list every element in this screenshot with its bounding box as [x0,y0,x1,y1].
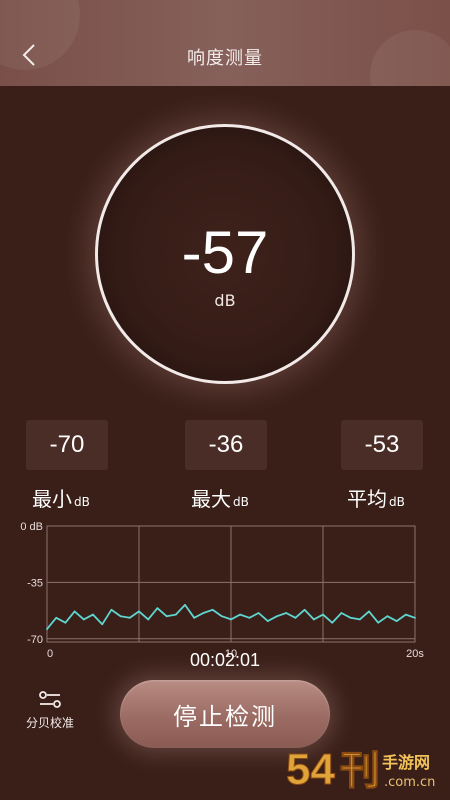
decibel-history-chart-svg: 0 dB-35-700 10 20s [20,521,424,660]
decibel-gauge: -57 dB [95,124,355,384]
max-value: -36 [208,431,244,458]
chart-data-point [285,612,288,614]
page-title: 响度测量 [187,48,263,69]
chart-data-point [64,621,67,624]
chart-data-point [138,610,140,613]
svg-text:手游网: 手游网 [382,753,430,772]
chart-data-point [303,608,306,611]
chart-data-point [340,612,343,614]
chart-data-point [202,612,205,614]
chart-data-point [294,616,297,619]
chart-data-point [358,618,361,621]
chart-data-point [312,618,315,621]
chart-data-point [174,613,177,616]
chart-data-point [386,615,389,618]
chart-data-point [184,604,186,606]
min-value: -70 [49,431,85,458]
avg-value: -53 [364,431,400,458]
min-label: 最小 dB [32,483,90,512]
max-label-unit: dB [233,495,249,509]
chart-data-point [73,610,76,613]
max-label: 最大 dB [191,483,249,512]
max-label-text: 最大 [191,487,231,511]
calibration-label: 分贝校准 [25,716,74,730]
calibration-button[interactable]: 分贝校准 [18,690,82,731]
chart-data-point [92,613,94,616]
chart-data-point [404,613,407,616]
avg-value-box: -53 [341,420,423,470]
chart-data-point [119,615,122,618]
chart-data-point [414,616,416,619]
app-header: 响度测量 [0,0,450,86]
svg-text:54: 54 [286,745,335,794]
min-value-box: -70 [26,420,108,470]
chart-data-point [257,612,260,614]
chart-data-point [211,608,214,611]
chart-data-point [276,615,278,618]
chart-data-point [377,621,380,624]
min-label-text: 最小 [32,487,72,511]
chart-data-point [239,613,242,616]
chart-data-point [248,616,251,619]
chart-y-tick-label: 0 dB [20,521,43,533]
chart-data-point [82,618,85,621]
chart-data-point [220,615,223,618]
chart-data-point [101,623,104,626]
chart-y-tick-label: -35 [27,577,43,589]
chart-data-point [147,618,150,621]
chart-data-point [349,616,352,619]
avg-label-unit: dB [389,495,405,509]
current-decibel-value: -57 [181,219,269,286]
chart-data-point [322,613,324,616]
max-value-box: -36 [185,420,267,470]
chart-data-point [165,615,168,618]
chart-data-point [395,620,398,622]
svg-text:刊: 刊 [340,749,380,793]
chart-data-point [193,616,196,619]
chart-y-tick-label: -70 [27,634,43,646]
elapsed-time: 00:02:01 [189,650,261,670]
decibel-history-chart: 0 dB -35 -70 0 10 20s [0,510,450,660]
calibration-sliders-icon [39,691,61,708]
chart-data-point [266,620,269,622]
watermark-logo: 54 刊 手游网 .com.cn [286,745,436,795]
site-watermark: 54 刊 手游网 .com.cn [284,742,444,796]
svg-text:.com.cn: .com.cn [384,775,435,790]
min-label-unit: dB [74,495,90,509]
avg-label-text: 平均 [347,487,387,511]
current-decibel-unit: dB [214,291,236,310]
chart-data-point [230,618,232,621]
chart-data-point [368,610,370,613]
chart-data-point [55,616,58,619]
chart-data-point [110,608,113,611]
chart-data-point [128,616,131,619]
chart-data-point [156,607,159,610]
stop-detection-button[interactable]: 停止检测 [120,680,330,748]
chart-data-point [46,628,48,631]
chart-data-point [331,621,334,624]
avg-label: 平均 dB [347,483,405,512]
